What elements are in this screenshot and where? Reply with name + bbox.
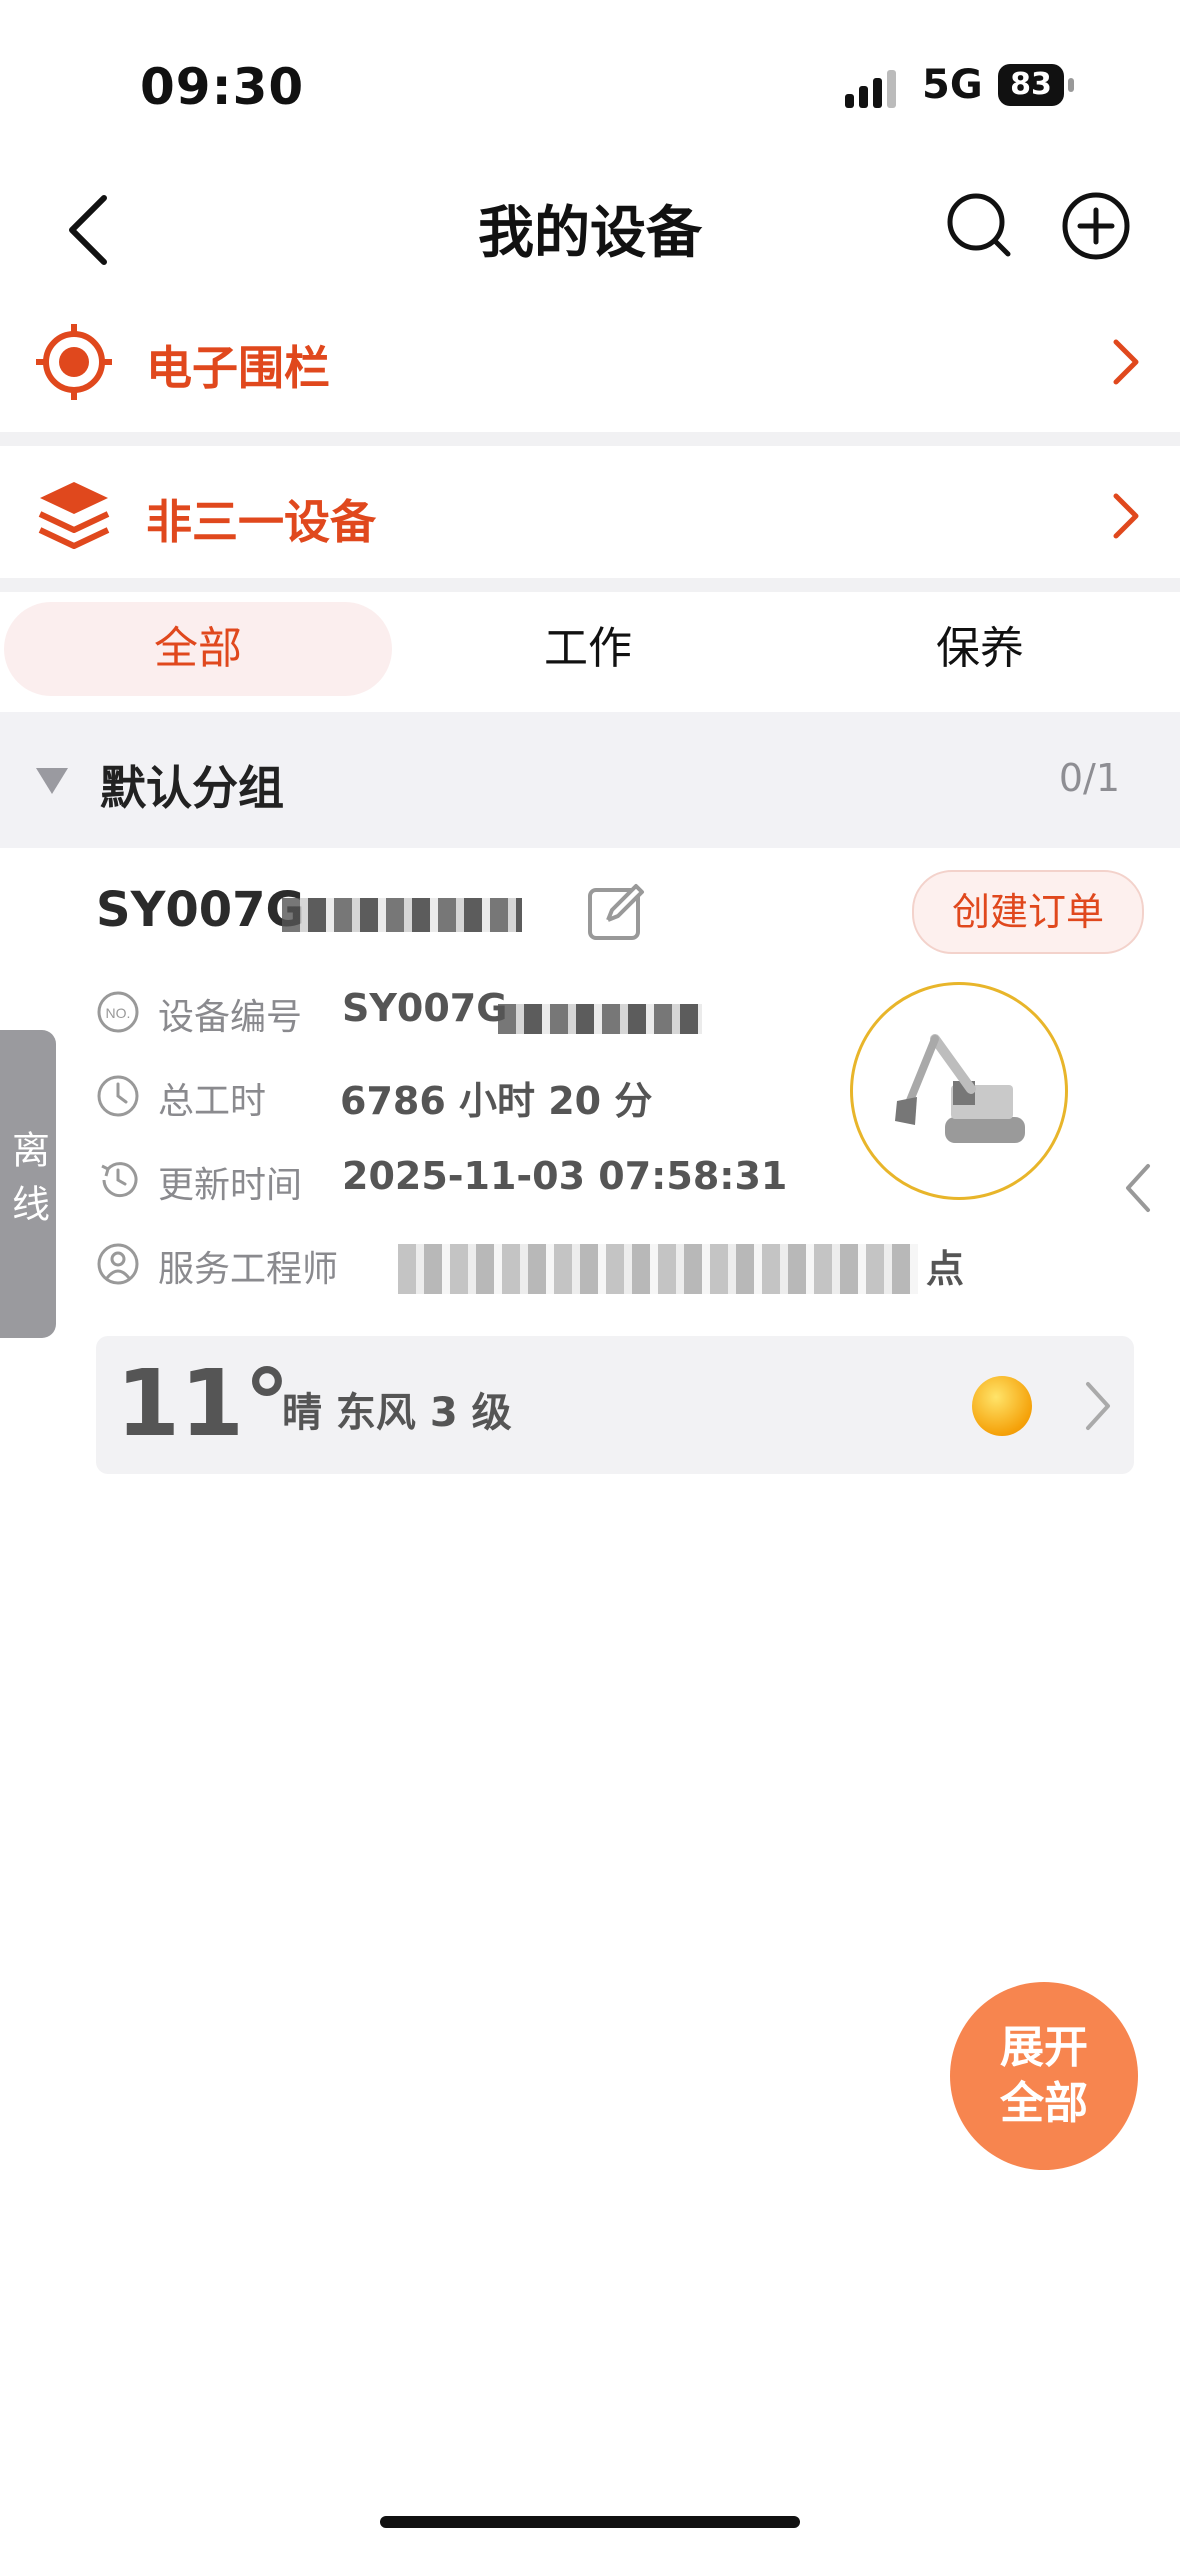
update-time-value: 2025-11-03 07:58:31 — [342, 1154, 788, 1198]
layers-icon — [38, 482, 110, 549]
redacted-text — [398, 1244, 918, 1294]
update-time-label: 更新时间 — [158, 1165, 303, 1206]
device-number-row: NO. 设备编号 SY007G — [96, 982, 836, 1042]
total-hours-row: 总工时 6786 小时 20 分 — [96, 1066, 836, 1126]
user-icon — [97, 1243, 139, 1285]
device-number-value: SY007G — [342, 986, 508, 1030]
device-name: SY007G — [96, 882, 305, 938]
device-number-label: 设备编号 — [158, 997, 303, 1038]
history-icon — [101, 1162, 138, 1198]
weather-description: 晴 东风 3 级 — [282, 1390, 512, 1436]
temperature: 11° — [116, 1350, 291, 1457]
svg-text:NO.: NO. — [106, 1005, 131, 1021]
search-icon[interactable] — [944, 190, 1014, 260]
group-count: 0/1 — [1058, 756, 1120, 800]
expand-all-line2: 全部 — [1000, 2078, 1088, 2129]
group-header[interactable]: 默认分组 0/1 — [0, 712, 1180, 848]
divider — [0, 578, 1180, 592]
battery-icon: 83 — [998, 64, 1076, 106]
chevron-right-icon — [1113, 493, 1139, 539]
service-engineer-value: 点 — [926, 1247, 965, 1291]
total-hours-label: 总工时 — [158, 1081, 267, 1122]
status-time: 09:30 — [140, 58, 305, 116]
tab-maintenance[interactable]: 保养 — [784, 602, 1176, 696]
excavator-icon — [895, 1034, 1025, 1143]
sun-icon — [972, 1376, 1032, 1436]
number-icon: NO. — [97, 991, 139, 1033]
chevron-right-icon — [1113, 339, 1139, 385]
network-type: 5G — [922, 62, 983, 108]
non-sany-device-label: 非三一设备 — [146, 495, 376, 549]
home-indicator[interactable] — [380, 2516, 800, 2528]
tab-all[interactable]: 全部 — [4, 602, 392, 696]
chevron-left-icon[interactable] — [1124, 1162, 1152, 1214]
redacted-text — [498, 1004, 702, 1034]
create-order-button[interactable]: 创建订单 — [912, 870, 1144, 954]
redacted-text — [282, 898, 522, 932]
weather-bar[interactable]: 11° 晴 东风 3 级 — [96, 1336, 1134, 1474]
geofence-label: 电子围栏 — [146, 341, 330, 395]
signal-icon — [845, 70, 896, 108]
total-hours-value: 6786 小时 20 分 — [340, 1079, 653, 1123]
chevron-right-icon — [1086, 1382, 1110, 1430]
excavator-image[interactable] — [850, 982, 1068, 1200]
add-icon[interactable] — [1060, 190, 1132, 262]
expand-all-line1: 展开 — [1000, 2022, 1088, 2073]
service-engineer-label: 服务工程师 — [158, 1249, 339, 1290]
target-icon — [36, 324, 112, 400]
offline-status-label: 离线 — [5, 1130, 50, 1238]
edit-icon[interactable] — [584, 880, 648, 944]
clock-icon — [97, 1075, 139, 1117]
collapse-triangle-icon — [36, 768, 68, 794]
expand-all-button[interactable]: 展开 全部 — [950, 1982, 1138, 2170]
filter-tabs: 全部 工作 保养 — [0, 592, 1180, 710]
geofence-row[interactable]: 电子围栏 — [0, 292, 1180, 432]
non-sany-device-row[interactable]: 非三一设备 — [0, 446, 1180, 586]
tab-working[interactable]: 工作 — [392, 602, 784, 696]
update-time-row: 更新时间 2025-11-03 07:58:31 — [96, 1150, 836, 1210]
battery-level: 83 — [998, 64, 1064, 106]
divider — [0, 432, 1180, 446]
offline-status-tab: 离线 — [0, 1030, 56, 1338]
group-name: 默认分组 — [100, 761, 284, 815]
